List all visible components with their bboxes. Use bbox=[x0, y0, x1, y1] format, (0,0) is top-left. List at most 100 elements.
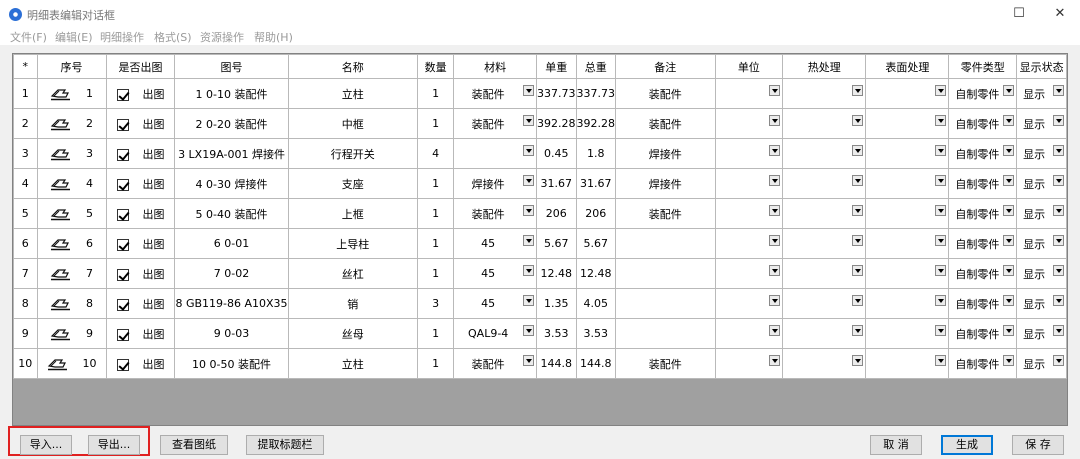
name-cell[interactable]: 销 bbox=[287, 288, 419, 319]
row-index[interactable]: 1 bbox=[13, 78, 38, 109]
unit-weight-cell[interactable]: 31.67 bbox=[536, 168, 577, 199]
dropdown-arrow-icon[interactable] bbox=[1003, 145, 1015, 156]
dropdown-arrow-icon[interactable] bbox=[935, 355, 947, 366]
surface-treatment-cell[interactable] bbox=[865, 138, 950, 169]
quantity-cell[interactable]: 1 bbox=[416, 258, 455, 289]
total-weight-cell[interactable]: 31.67 bbox=[575, 168, 617, 199]
seq-cell[interactable]: 7 bbox=[36, 258, 107, 289]
dropdown-arrow-icon[interactable] bbox=[935, 205, 947, 216]
heat-treatment-cell[interactable] bbox=[782, 168, 867, 199]
name-cell[interactable]: 丝杠 bbox=[287, 258, 419, 289]
dropdown-arrow-icon[interactable] bbox=[935, 115, 947, 126]
edit-pencil-icon[interactable] bbox=[50, 237, 72, 251]
seq-cell[interactable]: 6 bbox=[36, 228, 107, 259]
extract-title-block-button[interactable]: 提取标题栏 bbox=[246, 435, 324, 455]
dropdown-arrow-icon[interactable] bbox=[1003, 235, 1015, 246]
name-cell[interactable]: 上框 bbox=[287, 198, 419, 229]
column-header[interactable]: 表面处理 bbox=[865, 54, 950, 79]
edit-pencil-icon[interactable] bbox=[50, 267, 72, 281]
output-checkbox[interactable] bbox=[116, 328, 129, 341]
seq-cell[interactable]: 3 bbox=[36, 138, 107, 169]
maximize-icon[interactable]: ☐ bbox=[1010, 5, 1028, 23]
name-cell[interactable]: 支座 bbox=[287, 168, 419, 199]
seq-cell[interactable]: 1 bbox=[36, 78, 107, 109]
quantity-cell[interactable]: 3 bbox=[416, 288, 455, 319]
heat-treatment-cell[interactable] bbox=[782, 228, 867, 259]
dropdown-arrow-icon[interactable] bbox=[852, 115, 864, 126]
output-cell[interactable]: 出图 bbox=[105, 258, 176, 289]
output-cell[interactable]: 出图 bbox=[105, 108, 176, 139]
drawing-number-cell[interactable]: 7 0-02 bbox=[174, 258, 289, 289]
output-cell[interactable]: 出图 bbox=[105, 288, 176, 319]
material-cell[interactable]: 焊接件 bbox=[453, 168, 538, 199]
table-row[interactable]: 9 9 出图 9 0-03 丝母 1 QAL9-4 3.53 3.53 自制零件 显示 bbox=[13, 318, 1067, 349]
save-button[interactable]: 保 存 bbox=[1012, 435, 1064, 455]
quantity-cell[interactable]: 1 bbox=[416, 318, 455, 349]
column-header[interactable]: 是否出图 bbox=[105, 54, 176, 79]
close-icon[interactable]: ✕ bbox=[1051, 5, 1069, 23]
quantity-cell[interactable]: 1 bbox=[416, 168, 455, 199]
drawing-number-cell[interactable]: 4 0-30 焊接件 bbox=[174, 168, 289, 199]
dropdown-arrow-icon[interactable] bbox=[1053, 205, 1064, 216]
table-row[interactable]: 1 1 出图 1 0-10 装配件 立柱 1 装配件 337.73 337.73 装配件 自制零件显… bbox=[13, 78, 1067, 109]
dropdown-arrow-icon[interactable] bbox=[523, 85, 535, 96]
unit-weight-cell[interactable]: 144.8 bbox=[536, 348, 577, 379]
dropdown-arrow-icon[interactable] bbox=[769, 175, 781, 186]
material-cell[interactable]: 装配件 bbox=[453, 348, 538, 379]
dropdown-arrow-icon[interactable] bbox=[523, 145, 535, 156]
dropdown-arrow-icon[interactable] bbox=[852, 325, 864, 336]
seq-cell[interactable]: 4 bbox=[36, 168, 107, 199]
heat-treatment-cell[interactable] bbox=[782, 198, 867, 229]
table-row[interactable]: 2 2 出图 2 0-20 装配件 中框 1 装配件 392.28 392.28 装配件 自制零件显… bbox=[13, 108, 1067, 139]
note-cell[interactable]: 焊接件 bbox=[615, 168, 716, 199]
dropdown-arrow-icon[interactable] bbox=[852, 355, 864, 366]
column-header[interactable]: 数量 bbox=[416, 54, 455, 79]
unit-cell[interactable] bbox=[714, 78, 784, 109]
dropdown-arrow-icon[interactable] bbox=[1053, 265, 1064, 276]
name-cell[interactable]: 立柱 bbox=[287, 78, 419, 109]
part-type-cell[interactable]: 自制零件 bbox=[948, 228, 1018, 259]
quantity-cell[interactable]: 4 bbox=[416, 138, 455, 169]
column-header[interactable]: 序号 bbox=[36, 54, 107, 79]
unit-weight-cell[interactable]: 392.28 bbox=[536, 108, 577, 139]
column-header[interactable]: 图号 bbox=[174, 54, 289, 79]
dropdown-arrow-icon[interactable] bbox=[523, 235, 535, 246]
output-checkbox[interactable] bbox=[116, 88, 129, 101]
dropdown-arrow-icon[interactable] bbox=[852, 175, 864, 186]
edit-pencil-icon[interactable] bbox=[50, 327, 72, 341]
edit-pencil-icon[interactable] bbox=[50, 297, 72, 311]
table-row[interactable]: 6 6 出图 6 0-01 上导柱 1 45 5.67 5.67 自制零件 显示 bbox=[13, 228, 1067, 259]
cancel-button[interactable]: 取 消 bbox=[870, 435, 922, 455]
drawing-number-cell[interactable]: 3 LX19A-001 焊接件 bbox=[174, 138, 289, 169]
name-cell[interactable]: 行程开关 bbox=[287, 138, 419, 169]
part-type-cell[interactable]: 自制零件 bbox=[948, 168, 1018, 199]
dropdown-arrow-icon[interactable] bbox=[523, 205, 535, 216]
drawing-number-cell[interactable]: 1 0-10 装配件 bbox=[174, 78, 289, 109]
surface-treatment-cell[interactable] bbox=[865, 198, 950, 229]
row-index[interactable]: 5 bbox=[13, 198, 38, 229]
name-cell[interactable]: 立柱 bbox=[287, 348, 419, 379]
dropdown-arrow-icon[interactable] bbox=[935, 235, 947, 246]
output-cell[interactable]: 出图 bbox=[105, 228, 176, 259]
seq-cell[interactable]: 2 bbox=[36, 108, 107, 139]
part-type-cell[interactable]: 自制零件 bbox=[948, 318, 1018, 349]
edit-pencil-icon[interactable] bbox=[47, 357, 69, 371]
note-cell[interactable] bbox=[615, 318, 716, 349]
note-cell[interactable]: 焊接件 bbox=[615, 138, 716, 169]
dropdown-arrow-icon[interactable] bbox=[1003, 265, 1015, 276]
menu-detail-ops[interactable]: 明细操作 bbox=[100, 29, 144, 45]
dropdown-arrow-icon[interactable] bbox=[1003, 325, 1015, 336]
dropdown-arrow-icon[interactable] bbox=[1053, 145, 1064, 156]
note-cell[interactable] bbox=[615, 288, 716, 319]
menu-file[interactable]: 文件(F) bbox=[10, 29, 47, 45]
name-cell[interactable]: 中框 bbox=[287, 108, 419, 139]
quantity-cell[interactable]: 1 bbox=[416, 108, 455, 139]
column-header[interactable]: 备注 bbox=[615, 54, 716, 79]
output-checkbox[interactable] bbox=[116, 268, 129, 281]
menu-help[interactable]: 帮助(H) bbox=[254, 29, 293, 45]
quantity-cell[interactable]: 1 bbox=[416, 228, 455, 259]
row-index[interactable]: 2 bbox=[13, 108, 38, 139]
row-index[interactable]: 4 bbox=[13, 168, 38, 199]
display-state-cell[interactable]: 显示 bbox=[1016, 78, 1067, 109]
dropdown-arrow-icon[interactable] bbox=[935, 325, 947, 336]
